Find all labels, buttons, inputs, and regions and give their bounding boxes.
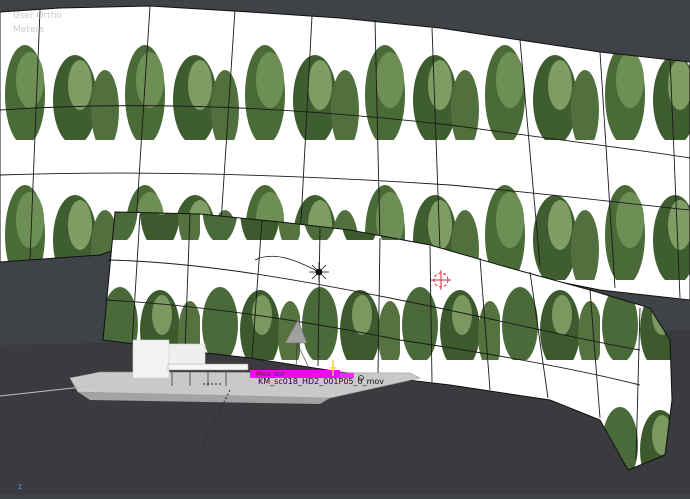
axis-gizmo-icon: z <box>18 482 23 491</box>
viewport-units-label: Meters <box>13 25 44 35</box>
viewport-canvas[interactable] <box>0 0 690 495</box>
object-name-label[interactable]: KM_sc018_HD2_001P05_0_mov <box>258 377 384 386</box>
3d-viewport[interactable]: User Ortho Meters Mov_sur KM_sc018_HD2_0… <box>0 0 690 495</box>
viewport-view-label[interactable]: User Ortho <box>13 10 62 23</box>
